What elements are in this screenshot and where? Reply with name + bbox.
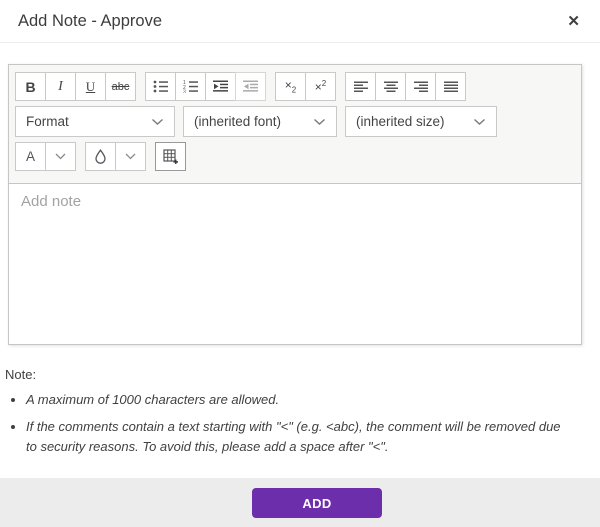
note-label: Note:	[5, 367, 565, 382]
alignment-group	[345, 72, 466, 101]
numbered-list-button[interactable]: 1 2 3	[175, 72, 206, 101]
editor-toolbar: B I U abc 1	[9, 65, 581, 183]
strikethrough-button[interactable]: abc	[105, 72, 136, 101]
align-left-button[interactable]	[345, 72, 376, 101]
toolbar-row-3: A	[15, 142, 576, 171]
superscript-icon: ×2	[315, 79, 326, 94]
rich-text-editor: B I U abc 1	[8, 64, 582, 345]
table-icon	[163, 149, 178, 164]
svg-text:3: 3	[183, 90, 186, 94]
format-dropdown-value: Format	[26, 114, 69, 129]
numbered-list-icon: 1 2 3	[183, 80, 199, 93]
align-right-icon	[414, 81, 428, 93]
outdent-button[interactable]	[235, 72, 266, 101]
subscript-button[interactable]: ×2	[275, 72, 306, 101]
bold-button[interactable]: B	[15, 72, 46, 101]
dialog-footer: ADD	[0, 478, 600, 527]
bullet-list-button[interactable]	[145, 72, 176, 101]
bullet-list-icon	[153, 80, 169, 93]
toolbar-row-2: Format (inherited font) (inherited size)	[15, 106, 576, 137]
outdent-icon	[243, 80, 258, 93]
indent-button[interactable]	[205, 72, 236, 101]
chevron-down-icon	[125, 153, 136, 160]
background-color-button[interactable]	[85, 142, 116, 171]
subscript-icon: ×2	[285, 78, 296, 94]
size-dropdown-value: (inherited size)	[356, 114, 445, 129]
note-section: Note: A maximum of 1000 characters are a…	[5, 367, 565, 457]
text-color-chevron-button[interactable]	[45, 142, 76, 171]
align-right-button[interactable]	[405, 72, 436, 101]
close-icon[interactable]: ✕	[567, 14, 580, 29]
text-color-group: A	[15, 142, 76, 171]
chevron-down-icon	[55, 153, 66, 160]
dialog-title: Add Note - Approve	[18, 12, 162, 31]
table-group	[155, 142, 186, 171]
background-color-group	[85, 142, 146, 171]
align-left-icon	[354, 81, 368, 93]
indent-icon	[213, 80, 228, 93]
text-style-group: B I U abc	[15, 72, 136, 101]
script-group: ×2 ×2	[275, 72, 336, 101]
add-button[interactable]: ADD	[252, 488, 382, 518]
editor-content-area[interactable]: Add note	[9, 183, 581, 344]
text-color-button[interactable]: A	[15, 142, 46, 171]
format-dropdown[interactable]: Format	[15, 106, 175, 137]
insert-table-button[interactable]	[155, 142, 186, 171]
add-note-dialog: Add Note - Approve ✕ B I U abc	[0, 0, 600, 457]
underline-button[interactable]: U	[75, 72, 106, 101]
chevron-down-icon	[313, 118, 326, 126]
toolbar-row-1: B I U abc 1	[15, 72, 576, 101]
font-dropdown[interactable]: (inherited font)	[183, 106, 337, 137]
editor-placeholder: Add note	[21, 193, 81, 210]
italic-button[interactable]: I	[45, 72, 76, 101]
superscript-button[interactable]: ×2	[305, 72, 336, 101]
droplet-icon	[94, 149, 107, 164]
note-item: A maximum of 1000 characters are allowed…	[26, 390, 565, 410]
chevron-down-icon	[151, 118, 164, 126]
note-item: If the comments contain a text starting …	[26, 417, 565, 457]
align-center-icon	[384, 81, 398, 93]
background-color-chevron-button[interactable]	[115, 142, 146, 171]
dialog-header: Add Note - Approve ✕	[0, 0, 600, 43]
font-dropdown-value: (inherited font)	[194, 114, 281, 129]
justify-icon	[444, 81, 458, 93]
size-dropdown[interactable]: (inherited size)	[345, 106, 497, 137]
justify-button[interactable]	[435, 72, 466, 101]
list-indent-group: 1 2 3	[145, 72, 266, 101]
chevron-down-icon	[473, 118, 486, 126]
note-list: A maximum of 1000 characters are allowed…	[5, 390, 565, 457]
align-center-button[interactable]	[375, 72, 406, 101]
